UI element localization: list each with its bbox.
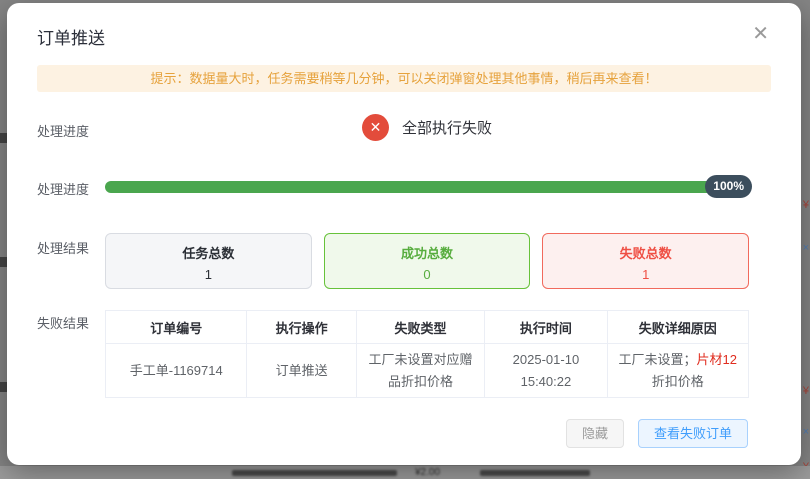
notice-banner: 提示：数据量大时，任务需要稍等几分钟，可以关闭弹窗处理其他事情，稍后再来查看！ [37,65,771,92]
error-circle-icon: ✕ [362,114,389,141]
status-row: 处理进度 ✕ 全部执行失败 [37,121,749,141]
result-cards: 任务总数 1 成功总数 0 失败总数 1 [105,233,749,289]
backdrop-fragment [0,133,7,143]
progress-bar: 100% [105,181,749,193]
backdrop-blur-text [232,470,397,476]
backdrop-price-text: ¥2.00 [415,467,440,478]
col-header-failure-type: 失败类型 [356,311,485,344]
cell-operation: 订单推送 [247,344,356,398]
failures-row: 失败结果 订单编号 执行操作 失败类型 执行时间 失败详细原因 [37,313,749,398]
status-text: 全部执行失败 [402,117,492,138]
backdrop-price-icon: ¥ [803,386,809,397]
reason-suffix: 折扣价格 [652,374,704,389]
status-row-label: 处理进度 [37,121,105,140]
col-header-order-no: 订单编号 [106,311,247,344]
card-value: 1 [543,267,748,282]
backdrop-fragment [0,382,7,392]
reason-highlight: 片材12 [697,352,737,367]
card-title: 失败总数 [543,243,748,262]
close-icon[interactable]: ✕ [748,24,773,44]
result-card-total: 任务总数 1 [105,233,312,289]
dialog-title: 订单推送 [37,24,105,49]
cell-time: 2025-01-10 15:40:22 [485,344,607,398]
failures-row-label: 失败结果 [37,313,105,332]
backdrop-fragment [0,257,7,267]
backdrop-remove-icon: × [803,243,809,254]
result-card-failed: 失败总数 1 [542,233,749,289]
dialog-footer: 隐藏 查看失败订单 [566,419,748,448]
progress-row-label: 处理进度 [37,179,105,198]
failure-table: 订单编号 执行操作 失败类型 执行时间 失败详细原因 手工单-1169714 订… [105,310,749,398]
col-header-operation: 执行操作 [247,311,356,344]
table-row: 手工单-1169714 订单推送 工厂未设置对应赠品折扣价格 2025-01-1… [106,344,749,398]
progress-row: 处理进度 100% [37,179,749,198]
card-value: 1 [106,267,311,282]
col-header-reason: 失败详细原因 [607,311,749,344]
progress-percent-badge: 100% [705,175,752,198]
table-header-row: 订单编号 执行操作 失败类型 执行时间 失败详细原因 [106,311,749,344]
card-title: 成功总数 [325,243,530,262]
col-header-time: 执行时间 [485,311,607,344]
backdrop-bottom-strip: ¥2.00 [0,466,810,479]
dialog-header: 订单推送 ✕ [7,3,801,49]
backdrop-remove-icon: × [803,427,809,438]
dimmed-backdrop: ¥ × ¥ × ¥ ¥2.00 订单推送 ✕ 提示：数据量大时，任务需要稍等几分… [0,0,810,479]
cell-failure-type: 工厂未设置对应赠品折扣价格 [356,344,485,398]
view-failed-orders-button[interactable]: 查看失败订单 [638,419,748,448]
order-push-dialog: 订单推送 ✕ 提示：数据量大时，任务需要稍等几分钟，可以关闭弹窗处理其他事情，稍… [7,3,801,465]
card-value: 0 [325,267,530,282]
results-row-label: 处理结果 [37,238,105,257]
progress-fill [105,181,749,193]
backdrop-blur-text [480,470,590,476]
results-row: 处理结果 任务总数 1 成功总数 0 失败总数 1 [37,238,749,289]
status-content: ✕ 全部执行失败 [105,114,749,141]
backdrop-price-icon: ¥ [803,200,809,211]
cell-order-no: 手工单-1169714 [106,344,247,398]
result-card-success: 成功总数 0 [324,233,531,289]
cell-reason: 工厂未设置；片材12 折扣价格 [607,344,749,398]
reason-prefix: 工厂未设置； [619,352,697,367]
card-title: 任务总数 [106,243,311,262]
hide-button[interactable]: 隐藏 [566,419,624,448]
